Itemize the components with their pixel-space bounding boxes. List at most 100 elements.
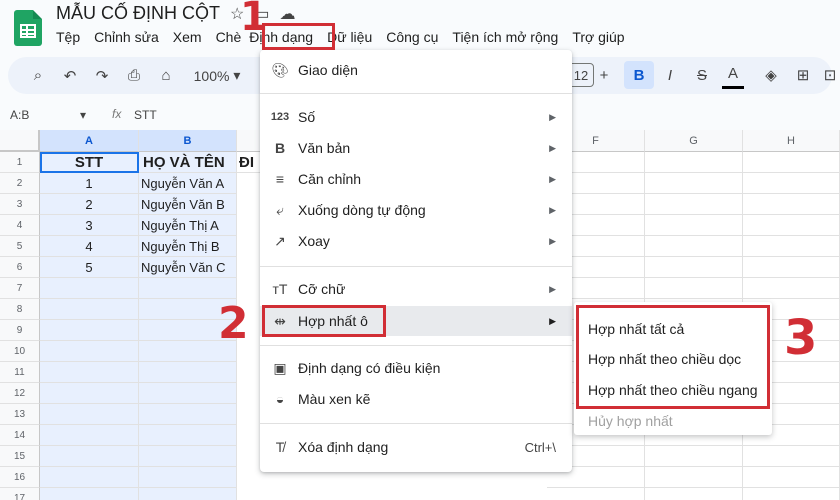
empty-cell[interactable] <box>645 488 743 500</box>
menu-help[interactable]: Trợ giúp <box>572 29 624 45</box>
cell-b1[interactable]: HỌ VÀ TÊN <box>139 152 237 173</box>
empty-cell[interactable] <box>40 320 139 341</box>
row-header[interactable]: 9 <box>0 320 40 341</box>
row-header[interactable]: 11 <box>0 362 40 383</box>
empty-cell[interactable] <box>139 446 237 467</box>
menu-extensions[interactable]: Tiện ích mở rộng <box>452 29 558 45</box>
menu-edit[interactable]: Chỉnh sửa <box>94 29 159 45</box>
row-header[interactable]: 5 <box>0 236 40 257</box>
empty-cell[interactable] <box>645 194 743 215</box>
cell-stt[interactable]: 4 <box>40 236 139 257</box>
row-header[interactable]: 2 <box>0 173 40 194</box>
row-header[interactable]: 15 <box>0 446 40 467</box>
empty-cell[interactable] <box>743 278 840 299</box>
row-header[interactable]: 3 <box>0 194 40 215</box>
empty-cell[interactable] <box>40 278 139 299</box>
empty-cell[interactable] <box>139 425 237 446</box>
fill-color-icon[interactable]: ◈ <box>760 61 782 89</box>
cell-name[interactable]: Nguyễn Văn C <box>139 257 237 278</box>
empty-cell[interactable] <box>40 383 139 404</box>
empty-cell[interactable] <box>40 404 139 425</box>
cell-a1[interactable]: STT <box>40 152 139 173</box>
sheets-logo-icon[interactable] <box>14 10 42 46</box>
empty-cell[interactable] <box>139 362 237 383</box>
row-header[interactable]: 13 <box>0 404 40 425</box>
menu-item-alternating-colors[interactable]: ◒ Màu xen kẽ <box>260 384 572 414</box>
increase-font-icon[interactable]: + <box>594 61 614 89</box>
chevron-down-icon[interactable]: ▾ <box>80 108 86 122</box>
borders-icon[interactable]: ⊞ <box>792 61 814 89</box>
empty-cell[interactable] <box>40 425 139 446</box>
column-header-a[interactable]: A <box>40 130 139 152</box>
menu-item-conditional-formatting[interactable]: ▣ Định dạng có điều kiện <box>260 353 572 383</box>
column-header-g[interactable]: G <box>645 130 743 152</box>
italic-icon[interactable]: I <box>660 61 680 89</box>
empty-cell[interactable] <box>645 446 743 467</box>
formula-input[interactable]: STT <box>134 108 157 122</box>
row-header[interactable]: 8 <box>0 299 40 320</box>
empty-cell[interactable] <box>743 488 840 500</box>
empty-cell[interactable] <box>645 236 743 257</box>
row-header[interactable]: 7 <box>0 278 40 299</box>
empty-cell[interactable] <box>645 278 743 299</box>
merge-cells-icon[interactable]: ⊡ <box>822 61 838 89</box>
cell-stt[interactable]: 2 <box>40 194 139 215</box>
name-box[interactable]: A:B ▾ <box>10 108 90 122</box>
text-color-icon[interactable]: A <box>722 61 744 89</box>
search-icon[interactable]: ⌕ <box>22 62 54 90</box>
menu-item-clear-formatting[interactable]: T̸ Xóa định dạng Ctrl+\ <box>260 432 572 462</box>
menu-file[interactable]: Tệp <box>56 29 80 45</box>
menu-item-number[interactable]: 123 Số ▶ <box>260 102 572 132</box>
empty-cell[interactable] <box>645 173 743 194</box>
empty-cell[interactable] <box>40 467 139 488</box>
empty-cell[interactable] <box>40 488 139 500</box>
cell-name[interactable]: Nguyễn Văn A <box>139 173 237 194</box>
empty-cell[interactable] <box>645 467 743 488</box>
menu-item-alignment[interactable]: ≡ Căn chỉnh ▶ <box>260 164 572 194</box>
row-header[interactable]: 16 <box>0 467 40 488</box>
cell-name[interactable]: Nguyễn Thị A <box>139 215 237 236</box>
empty-cell[interactable] <box>645 215 743 236</box>
cloud-status-icon[interactable]: ☁ <box>279 4 295 24</box>
empty-cell[interactable] <box>139 278 237 299</box>
menu-item-text[interactable]: B Văn bản ▶ <box>260 133 572 163</box>
cell-c1[interactable]: ĐI <box>237 152 260 173</box>
redo-icon[interactable]: ↷ <box>86 62 118 90</box>
empty-cell[interactable] <box>743 257 840 278</box>
menu-item-font-size[interactable]: ᴛT Cỡ chữ ▶ <box>260 274 572 304</box>
column-header-h[interactable]: H <box>743 130 840 152</box>
cell-name[interactable]: Nguyễn Thị B <box>139 236 237 257</box>
menu-insert[interactable]: Chè <box>216 29 242 45</box>
row-header[interactable]: 1 <box>0 152 40 173</box>
menu-item-wrapping[interactable]: ⤶ Xuống dòng tự động ▶ <box>260 195 572 225</box>
select-all-corner[interactable] <box>0 130 40 152</box>
bold-icon[interactable]: B <box>624 61 654 89</box>
row-header[interactable]: 14 <box>0 425 40 446</box>
menu-item-rotation[interactable]: ↗ Xoay ▶ <box>260 226 572 256</box>
empty-cell[interactable] <box>40 299 139 320</box>
strikethrough-icon[interactable]: S <box>690 61 714 89</box>
empty-cell[interactable] <box>40 446 139 467</box>
empty-cell[interactable] <box>645 152 743 173</box>
empty-cell[interactable] <box>139 383 237 404</box>
print-icon[interactable]: ⎙ <box>118 62 150 90</box>
empty-cell[interactable] <box>743 215 840 236</box>
empty-cell[interactable] <box>139 404 237 425</box>
document-title[interactable]: MẪU CỐ ĐỊNH CỘT <box>56 3 220 24</box>
empty-cell[interactable] <box>743 467 840 488</box>
empty-cell[interactable] <box>139 488 237 500</box>
row-header[interactable]: 4 <box>0 215 40 236</box>
empty-cell[interactable] <box>547 488 645 500</box>
empty-cell[interactable] <box>40 341 139 362</box>
menu-item-theme[interactable]: 🎨︎ Giao diện <box>260 55 572 85</box>
empty-cell[interactable] <box>743 236 840 257</box>
column-header-b[interactable]: B <box>139 130 237 152</box>
cell-stt[interactable]: 1 <box>40 173 139 194</box>
row-header[interactable]: 10 <box>0 341 40 362</box>
empty-cell[interactable] <box>645 257 743 278</box>
empty-cell[interactable] <box>40 362 139 383</box>
cell-stt[interactable]: 5 <box>40 257 139 278</box>
empty-cell[interactable] <box>743 194 840 215</box>
empty-cell[interactable] <box>743 173 840 194</box>
row-header[interactable]: 17 <box>0 488 40 500</box>
